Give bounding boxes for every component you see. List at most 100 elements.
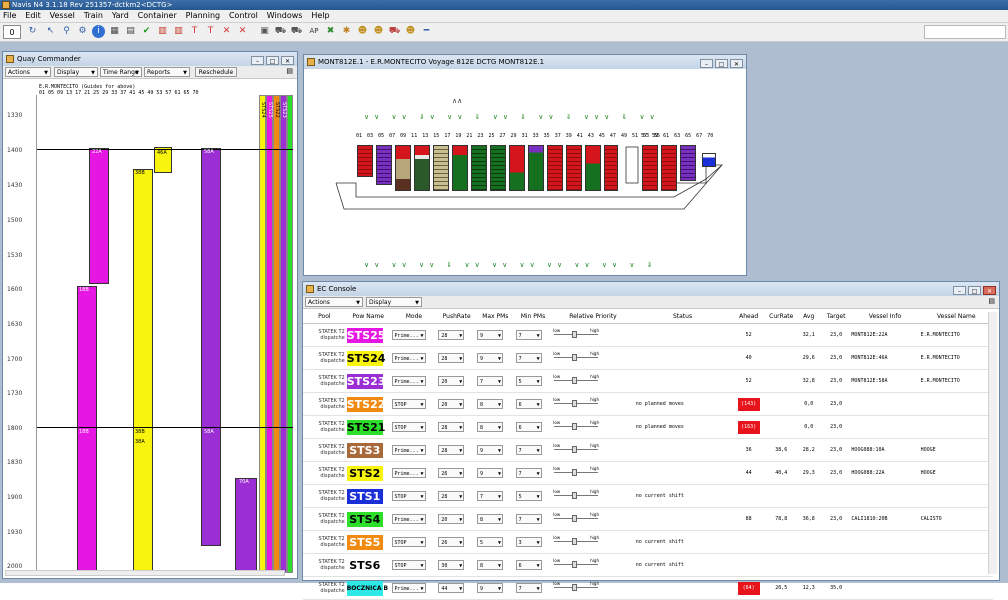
priority-slider[interactable]: low high: [552, 420, 602, 432]
push-rate-select[interactable]: 20: [438, 376, 465, 387]
min-pms-select[interactable]: 6: [515, 399, 542, 410]
push-rate-select[interactable]: 20: [438, 399, 465, 410]
mode-cell[interactable]: STOP: [390, 530, 438, 554]
mode-cell[interactable]: Prime...: [390, 438, 438, 462]
col-vessel-name[interactable]: Vessel Name: [919, 309, 993, 324]
actions-dropdown[interactable]: Actions: [305, 297, 363, 308]
mode-select[interactable]: STOP: [391, 491, 426, 502]
max-pms-select[interactable]: 9: [476, 468, 503, 479]
lane-sts23[interactable]: [280, 95, 287, 573]
menu-container[interactable]: Container: [135, 10, 180, 22]
min-pms-select[interactable]: 7: [515, 514, 542, 525]
move-marker[interactable]: 38B: [135, 429, 145, 435]
table-row[interactable]: STATEK T2dispatche STS25 Prime... 28 9 7…: [303, 323, 993, 347]
crane-bar-sts23[interactable]: [201, 148, 221, 546]
col-cur-rate[interactable]: CurRate: [767, 309, 796, 324]
table-row[interactable]: STATEK T2dispatche STS2 Prime... 26 9 7 …: [303, 461, 993, 485]
table-row[interactable]: STATEK T2dispatche STS6 STOP 30 8 6 lowh…: [303, 553, 993, 577]
priority-cell[interactable]: low high: [551, 323, 635, 347]
maximize-icon[interactable]: □: [266, 56, 279, 65]
pow-name-cell[interactable]: STS22: [345, 392, 391, 416]
push-rate-cell[interactable]: 28: [437, 415, 476, 439]
max-pms-cell[interactable]: 9: [475, 438, 515, 462]
min-pms-select[interactable]: 7: [515, 353, 542, 364]
push-rate-select[interactable]: 20: [438, 514, 465, 525]
menu-vessel[interactable]: Vessel: [47, 10, 78, 22]
max-pms-cell[interactable]: 8: [475, 415, 515, 439]
push-rate-cell[interactable]: 20: [437, 392, 476, 416]
move-marker[interactable]: 38A: [135, 439, 145, 445]
max-pms-select[interactable]: 9: [476, 330, 503, 341]
priority-slider[interactable]: low high: [552, 558, 602, 570]
reports-dropdown[interactable]: Reports: [144, 67, 190, 78]
pow-name-cell[interactable]: STS4: [345, 507, 391, 531]
col-push-rate[interactable]: PushRate: [437, 309, 476, 324]
priority-cell[interactable]: low high: [551, 392, 635, 416]
col-pow-name[interactable]: Pow Name: [345, 309, 391, 324]
priority-slider[interactable]: low high: [552, 328, 602, 340]
move-marker[interactable]: 38B: [135, 170, 145, 176]
max-pms-cell[interactable]: 8: [475, 553, 515, 577]
col-pool[interactable]: Pool: [303, 309, 346, 324]
priority-cell[interactable]: low high: [551, 438, 635, 462]
menu-train[interactable]: Train: [81, 10, 106, 22]
mode-select[interactable]: Prime...: [391, 330, 426, 341]
bay-09-11[interactable]: [395, 145, 411, 191]
truck-icon[interactable]: ⛟: [274, 25, 287, 38]
min-pms-cell[interactable]: 7: [514, 507, 552, 531]
cross-alt-icon[interactable]: ✕: [236, 25, 249, 38]
max-pms-select[interactable]: 5: [476, 537, 503, 548]
pow-name-cell[interactable]: STS25: [345, 323, 391, 347]
menu-control[interactable]: Control: [226, 10, 261, 22]
bay-70[interactable]: [702, 153, 716, 167]
pow-name-badge[interactable]: STS22: [346, 396, 385, 412]
bay-05-07[interactable]: [376, 145, 392, 185]
bay-29-31[interactable]: [490, 145, 506, 191]
truck-alt-icon[interactable]: ⛟: [290, 25, 303, 38]
min-pms-cell[interactable]: 5: [514, 484, 552, 508]
mode-cell[interactable]: Prime...: [390, 346, 438, 370]
table-row[interactable]: STATEK T2dispatche BOCZNICA B Prime... 4…: [303, 576, 993, 600]
max-pms-select[interactable]: 9: [476, 353, 503, 364]
min-pms-cell[interactable]: 7: [514, 346, 552, 370]
vehicle-icon[interactable]: ⛟: [388, 25, 401, 38]
move-marker[interactable]: 22A: [92, 149, 102, 155]
toolbar-search-box[interactable]: [924, 25, 1006, 39]
col-max-pms[interactable]: Max PMs: [475, 309, 515, 324]
pow-name-badge[interactable]: STS4: [346, 511, 383, 527]
bay-57-59[interactable]: [642, 145, 658, 191]
min-pms-select[interactable]: 7: [515, 445, 542, 456]
bay-53-55[interactable]: [604, 145, 618, 191]
push-rate-select[interactable]: 28: [438, 445, 465, 456]
menu-planning[interactable]: Planning: [183, 10, 223, 22]
table-row[interactable]: STATEK T2dispatche STS4 Prime... 20 8 7 …: [303, 507, 993, 531]
settings-icon[interactable]: ⚙: [76, 25, 89, 38]
bay-49-51[interactable]: [585, 145, 601, 191]
priority-slider[interactable]: low high: [552, 351, 602, 363]
min-pms-select[interactable]: 5: [515, 376, 542, 387]
lane-sts24[interactable]: [259, 95, 266, 573]
min-pms-select[interactable]: 5: [515, 491, 542, 502]
priority-slider[interactable]: low high: [552, 489, 602, 501]
min-pms-cell[interactable]: 5: [514, 369, 552, 393]
min-pms-cell[interactable]: 7: [514, 438, 552, 462]
pow-name-cell[interactable]: STS1: [345, 484, 391, 508]
max-pms-cell[interactable]: 9: [475, 461, 515, 485]
lane-sts22[interactable]: [273, 95, 280, 573]
max-pms-select[interactable]: 9: [476, 445, 503, 456]
push-rate-select[interactable]: 26: [438, 468, 465, 479]
move-marker[interactable]: 46A: [157, 150, 167, 156]
vertical-scrollbar[interactable]: [988, 312, 997, 574]
min-pms-select[interactable]: 6: [515, 560, 542, 571]
menu-help[interactable]: Help: [308, 10, 332, 22]
train-icon[interactable]: ━: [420, 25, 433, 38]
crane-bar-sts24[interactable]: [133, 169, 153, 573]
mode-cell[interactable]: Prime...: [390, 369, 438, 393]
mode-select[interactable]: Prime...: [391, 445, 426, 456]
push-rate-cell[interactable]: 26: [437, 461, 476, 485]
mode-cell[interactable]: Prime...: [390, 461, 438, 485]
pow-name-badge[interactable]: STS23: [346, 373, 385, 389]
minimize-icon[interactable]: –: [953, 286, 966, 295]
user-icon[interactable]: ☻: [404, 25, 417, 38]
col-vessel-info[interactable]: Vessel Info: [850, 309, 920, 324]
